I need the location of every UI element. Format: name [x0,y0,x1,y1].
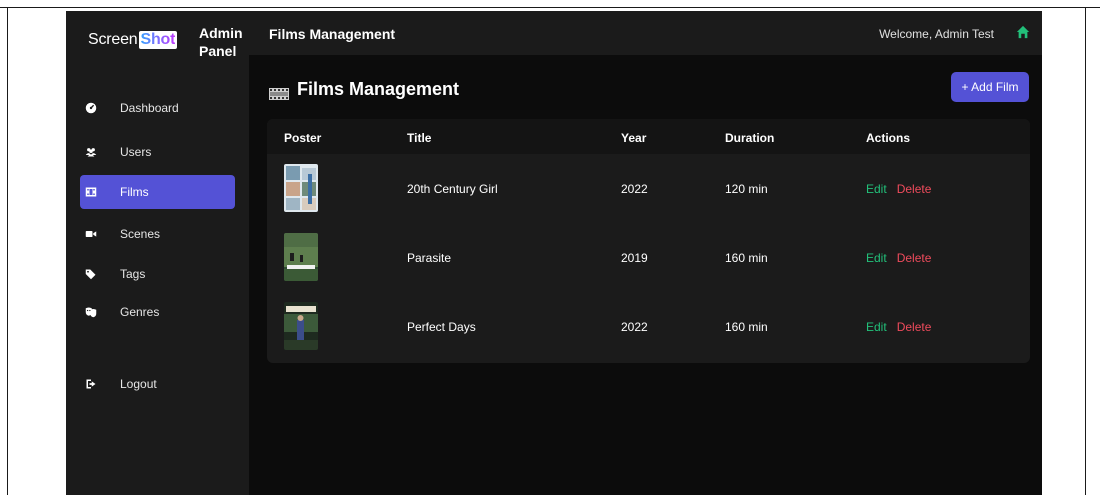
film-title: Parasite [407,251,452,265]
panel-title-line2: Panel [199,43,237,59]
welcome-text: Welcome, Admin Test [879,27,994,41]
logout-button[interactable]: Logout [80,367,235,401]
delete-button[interactable]: Delete [897,251,932,265]
home-icon[interactable] [1016,25,1030,39]
film-title: Perfect Days [407,320,476,334]
film-year: 2019 [621,251,648,265]
poster-image[interactable] [284,302,318,350]
film-strip-icon [269,84,289,100]
sidebar-item-label: Users [120,145,152,159]
delete-button[interactable]: Delete [897,182,932,196]
panel-title: Admin Panel [199,24,243,60]
column-header-actions: Actions [866,131,911,145]
logout-icon [83,377,98,392]
brand-suffix: Shot [140,31,176,48]
brand: Screen Shot Admin Panel [66,11,249,71]
page-title: Films Management [269,79,459,100]
sidebar: ScreenShot Admin Panel Dashboard Users [66,11,249,495]
sidebar-item-tags[interactable]: Tags [80,257,235,291]
page-title-text: Films Management [297,79,460,99]
video-camera-icon [83,227,98,242]
frame-top-border [0,7,1100,8]
row-actions: Edit Delete [866,251,931,265]
table-row: 20th Century Girl 2022 120 min Edit Delet… [267,154,1030,223]
edit-button[interactable]: Edit [866,251,887,265]
column-header-year: Year [621,131,647,145]
film-duration: 160 min [725,320,768,334]
tags-icon [83,267,98,282]
logout-label: Logout [120,377,157,391]
edit-button[interactable]: Edit [866,182,887,196]
main-content: Films Management Welcome, Admin Test Fil… [249,11,1042,495]
film-year: 2022 [621,182,648,196]
films-table: Poster Title Year Duration Actions 20th … [267,119,1030,363]
topbar-title: Films Management [269,26,396,42]
edit-button[interactable]: Edit [866,320,887,334]
sidebar-item-label: Scenes [120,227,161,241]
frame-right-border [1085,7,1086,495]
sidebar-item-dashboard[interactable]: Dashboard [80,91,235,125]
sidebar-item-scenes[interactable]: Scenes [80,217,235,251]
table-row: Parasite 2019 160 min Edit Delete [267,223,1030,292]
sidebar-item-label: Dashboard [120,101,179,115]
sidebar-item-genres[interactable]: Genres [80,295,235,329]
users-icon [83,145,98,160]
dashboard-icon [83,101,98,116]
brand-suffix-badge: Shot [138,31,178,49]
row-actions: Edit Delete [866,182,931,196]
frame-left-border [7,7,8,495]
admin-app: ScreenShot Admin Panel Dashboard Users [66,11,1042,495]
film-duration: 120 min [725,182,768,196]
add-film-button[interactable]: + Add Film [951,72,1029,102]
panel-title-line1: Admin [199,25,243,41]
poster-image[interactable] [284,233,318,281]
brand-prefix: Screen [88,31,138,48]
film-icon [83,185,98,200]
delete-button[interactable]: Delete [897,320,932,334]
film-duration: 160 min [725,251,768,265]
table-row: Perfect Days 2022 160 min Edit Delete [267,292,1030,361]
sidebar-item-users[interactable]: Users [80,135,235,169]
column-header-duration: Duration [725,131,775,145]
poster-image[interactable] [284,164,318,212]
sidebar-item-label: Films [120,185,149,199]
row-actions: Edit Delete [866,320,931,334]
column-header-title: Title [407,131,432,145]
masks-icon [83,305,98,320]
column-header-poster: Poster [284,131,322,145]
sidebar-item-label: Genres [120,305,160,319]
film-year: 2022 [621,320,648,334]
brand-logo[interactable]: Screen Shot [88,31,178,49]
page-header: Films Management + Add Film [269,72,1029,107]
film-title: 20th Century Girl [407,182,498,196]
sidebar-item-label: Tags [120,267,146,281]
table-header: Poster Title Year Duration Actions [267,119,1030,154]
sidebar-item-films[interactable]: Films [80,175,235,209]
topbar: Films Management Welcome, Admin Test [249,11,1042,55]
